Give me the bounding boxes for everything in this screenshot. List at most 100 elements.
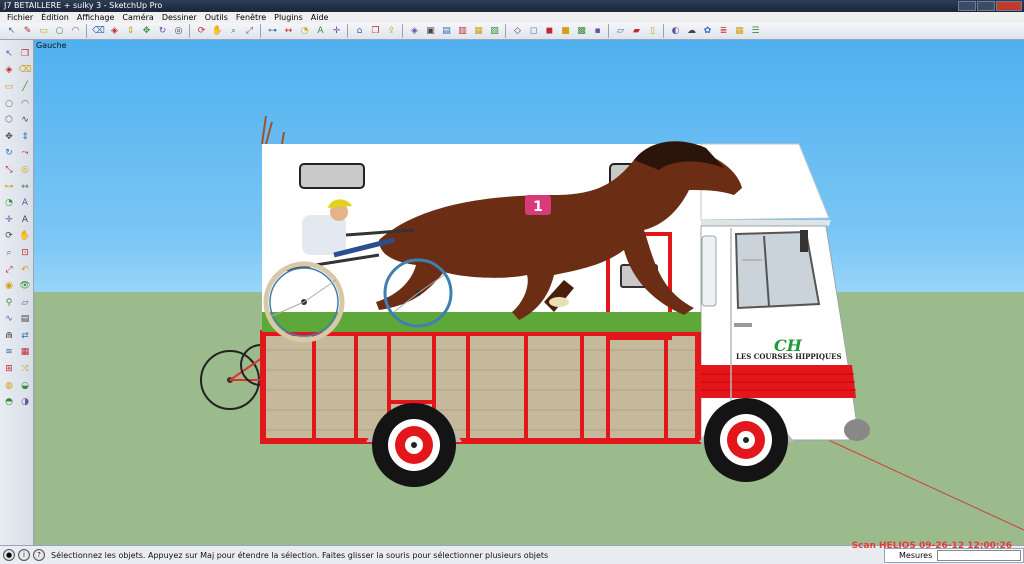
- look-around-icon[interactable]: 👁: [18, 280, 32, 294]
- offset-icon[interactable]: ◎: [18, 163, 32, 177]
- component-icon[interactable]: ❒: [368, 24, 383, 38]
- rectangle-icon[interactable]: ▭: [2, 80, 16, 94]
- layer-icon[interactable]: ≣: [716, 24, 731, 38]
- section-icon[interactable]: ▱: [18, 296, 32, 310]
- freehand-icon[interactable]: ∿: [18, 114, 32, 128]
- drawing-viewport[interactable]: Gauche CH LES COURSES HIPPIQUES 1: [34, 40, 1024, 545]
- iso-view-icon[interactable]: ◈: [407, 24, 422, 38]
- solid-trim-icon[interactable]: ◓: [2, 396, 16, 410]
- sandbox-from-contours-icon[interactable]: ≋: [2, 346, 16, 360]
- move-icon[interactable]: ✥: [139, 24, 154, 38]
- push-pull-icon[interactable]: ⇕: [123, 24, 138, 38]
- section-display-icon[interactable]: ▰: [629, 24, 644, 38]
- wireframe-icon[interactable]: ◻: [526, 24, 541, 38]
- minimize-button[interactable]: [958, 1, 976, 11]
- move-icon[interactable]: ✥: [2, 130, 16, 144]
- sandbox-smoove-icon[interactable]: ∿: [2, 313, 16, 327]
- line-icon[interactable]: ╱: [18, 80, 32, 94]
- follow-me-icon[interactable]: ⤳: [18, 147, 32, 161]
- previous-icon[interactable]: ↶: [18, 263, 32, 277]
- measurements-input[interactable]: [937, 550, 1021, 561]
- back-view-icon[interactable]: ▦: [471, 24, 486, 38]
- push-pull-icon[interactable]: ⇕: [18, 130, 32, 144]
- hidden-line-icon[interactable]: ◼: [542, 24, 557, 38]
- outliner-icon[interactable]: ☰: [748, 24, 763, 38]
- position-camera-icon[interactable]: ◉: [2, 280, 16, 294]
- style-icon[interactable]: ✿: [700, 24, 715, 38]
- top-view-icon[interactable]: ▣: [423, 24, 438, 38]
- circle-icon[interactable]: ○: [2, 97, 16, 111]
- pan-icon[interactable]: ✋: [210, 24, 225, 38]
- zoom-extents-icon[interactable]: ⤢: [242, 24, 257, 38]
- zoom-icon[interactable]: ⌕: [2, 246, 16, 260]
- select-icon[interactable]: ↖: [2, 47, 16, 61]
- polygon-icon[interactable]: ⬡: [2, 114, 16, 128]
- close-button[interactable]: [996, 1, 1022, 11]
- axes-icon[interactable]: ✛: [329, 24, 344, 38]
- dimension-icon[interactable]: ↔: [18, 180, 32, 194]
- scene-icon[interactable]: ▦: [732, 24, 747, 38]
- menu-plugins[interactable]: Plugins: [270, 12, 307, 23]
- zoom-extents-icon[interactable]: ⤢: [2, 263, 16, 277]
- truck-model[interactable]: CH LES COURSES HIPPIQUES 1: [34, 40, 1024, 545]
- sandbox-stamp-icon[interactable]: ▤: [18, 313, 32, 327]
- menu-outils[interactable]: Outils: [201, 12, 232, 23]
- solid-union-icon[interactable]: ◍: [2, 379, 16, 393]
- right-view-icon[interactable]: ▥: [455, 24, 470, 38]
- shadow-icon[interactable]: ◐: [668, 24, 683, 38]
- monochrome-icon[interactable]: ▪: [590, 24, 605, 38]
- sandbox-flip-icon[interactable]: ⇄: [18, 329, 32, 343]
- share-icon[interactable]: ⇪: [384, 24, 399, 38]
- menu-dessiner[interactable]: Dessiner: [158, 12, 201, 23]
- arc-icon[interactable]: ◠: [68, 24, 83, 38]
- sandbox-flip-edge-icon[interactable]: ⤨: [18, 363, 32, 377]
- zoom-window-icon[interactable]: ⊡: [18, 246, 32, 260]
- text-icon[interactable]: A: [313, 24, 328, 38]
- tape-icon[interactable]: ⊶: [265, 24, 280, 38]
- xray-icon[interactable]: ◇: [510, 24, 525, 38]
- maximize-button[interactable]: [977, 1, 995, 11]
- rectangle-icon[interactable]: ▭: [36, 24, 51, 38]
- shaded-icon[interactable]: ■: [558, 24, 573, 38]
- paint-icon[interactable]: ◈: [107, 24, 122, 38]
- menu-caméra[interactable]: Caméra: [118, 12, 157, 23]
- orbit-icon[interactable]: ⟳: [194, 24, 209, 38]
- menu-édition[interactable]: Édition: [37, 12, 73, 23]
- offset-icon[interactable]: ◎: [171, 24, 186, 38]
- menu-fichier[interactable]: Fichier: [3, 12, 37, 23]
- sandbox-drape-icon[interactable]: ⋒: [2, 329, 16, 343]
- section-plane-icon[interactable]: ▱: [613, 24, 628, 38]
- orbit-icon[interactable]: ⟳: [2, 230, 16, 244]
- help-icon[interactable]: ?: [33, 549, 45, 561]
- select-icon[interactable]: ↖: [4, 24, 19, 38]
- pencil-icon[interactable]: ✎: [20, 24, 35, 38]
- pan-icon[interactable]: ✋: [18, 230, 32, 244]
- component-icon[interactable]: ❒: [18, 47, 32, 61]
- eraser-icon[interactable]: ⌫: [91, 24, 106, 38]
- sandbox-grid-icon[interactable]: ▦: [18, 346, 32, 360]
- left-view-icon[interactable]: ▧: [487, 24, 502, 38]
- sandbox-add-detail-icon[interactable]: ⊞: [2, 363, 16, 377]
- protractor-icon[interactable]: ◔: [297, 24, 312, 38]
- textured-icon[interactable]: ▩: [574, 24, 589, 38]
- circle-icon[interactable]: ○: [52, 24, 67, 38]
- walk-icon[interactable]: ⚲: [2, 296, 16, 310]
- dimension-icon[interactable]: ↔: [281, 24, 296, 38]
- paint-icon[interactable]: ◈: [2, 64, 16, 78]
- eraser-icon[interactable]: ⌫: [18, 64, 32, 78]
- tape-icon[interactable]: ⊶: [2, 180, 16, 194]
- rotate-icon[interactable]: ↻: [2, 147, 16, 161]
- arc-icon[interactable]: ◠: [18, 97, 32, 111]
- solid-intersect-icon[interactable]: ◑: [18, 396, 32, 410]
- protractor-icon[interactable]: ◔: [2, 197, 16, 211]
- fog-icon[interactable]: ☁: [684, 24, 699, 38]
- credits-icon[interactable]: i: [18, 549, 30, 561]
- text-icon[interactable]: A: [18, 197, 32, 211]
- geo-location-icon[interactable]: ●: [3, 549, 15, 561]
- menu-aide[interactable]: Aide: [307, 12, 333, 23]
- 3d-text-icon[interactable]: A: [18, 213, 32, 227]
- scale-icon[interactable]: ⤡: [2, 163, 16, 177]
- rotate-icon[interactable]: ↻: [155, 24, 170, 38]
- front-view-icon[interactable]: ▤: [439, 24, 454, 38]
- warehouse-icon[interactable]: ⌂: [352, 24, 367, 38]
